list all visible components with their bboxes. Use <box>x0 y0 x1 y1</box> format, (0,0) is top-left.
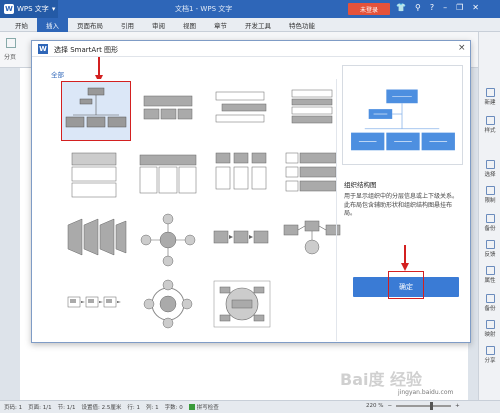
status-bar: 页码: 1 页面: 1/1 节: 1/1 设置值: 2.5厘米 行: 1 列: … <box>0 400 500 413</box>
properties-icon <box>485 266 495 275</box>
status-words: 字数: 0 <box>164 405 183 411</box>
status-pages: 页面: 1/1 <box>28 405 52 411</box>
tab-special[interactable]: 特色功能 <box>280 18 324 32</box>
close-icon[interactable]: × <box>458 43 466 53</box>
status-column: 列: 1 <box>145 405 159 411</box>
wps-logo-icon: W <box>38 44 48 54</box>
restore-icon[interactable]: ❐ <box>456 3 463 12</box>
preview-title: 组织结构图 <box>344 181 377 189</box>
watermark-url: jingyan.baidu.com <box>398 389 454 396</box>
backup-icon <box>485 214 495 223</box>
share-icon <box>485 346 495 355</box>
document-title: 文档1 - WPS 文字 <box>175 5 233 13</box>
app-name: WPS 文字 <box>17 5 49 13</box>
smartart-table-list[interactable] <box>134 147 202 205</box>
tab-home[interactable]: 开始 <box>6 18 37 32</box>
ribbon-label: 分页 <box>4 54 17 61</box>
map-icon <box>485 320 495 329</box>
dialog-title: 选择 SmartArt 图形 <box>54 46 119 54</box>
window-controls: 👕 ⚲ ? – ❐ ✕ <box>396 3 479 12</box>
smartart-gallery <box>38 79 341 341</box>
taskpane-item[interactable]: 选择 <box>479 154 500 178</box>
taskpane-item[interactable]: 限制 <box>479 180 500 204</box>
smartart-bullet-list[interactable] <box>62 147 130 205</box>
login-button[interactable]: 未登录 <box>348 3 390 15</box>
gallery-divider <box>336 79 337 341</box>
zoom-thumb[interactable] <box>430 402 434 410</box>
wps-logo-icon: W <box>4 4 14 14</box>
preview-description: 用于显示组织中的分层信息或上下级关系。此布局包含辅助形状和组织结构图悬挂布局。 <box>344 193 459 217</box>
page-break-icon[interactable] <box>6 38 16 48</box>
close-icon[interactable]: ✕ <box>472 3 479 12</box>
zoom-level: 220 % <box>366 403 384 409</box>
chevron-down-icon: ▾ <box>51 5 56 13</box>
menu-bar: 开始 插入 页面布局 引用 审阅 视图 章节 开发工具 特色功能 <box>0 17 500 32</box>
dialog-header: W 选择 SmartArt 图形 × <box>32 41 470 57</box>
tab-insert[interactable]: 插入 <box>37 17 68 32</box>
taskpane-item[interactable]: 反馈 <box>479 234 500 258</box>
zoom-out-icon[interactable]: − <box>387 403 392 409</box>
tab-review[interactable]: 审阅 <box>143 18 174 32</box>
taskpane-item[interactable]: 新建 <box>479 82 500 106</box>
smartart-chevron-process[interactable] <box>62 275 130 333</box>
smartart-preview <box>342 65 463 165</box>
restrict-icon <box>485 186 495 195</box>
tab-developer[interactable]: 开发工具 <box>236 18 280 32</box>
smartart-dialog: W 选择 SmartArt 图形 × 全部 组织结构图 用于显示组织中的分层信息… <box>31 40 471 343</box>
task-pane: 新建 样式 选择 限制 备份 反馈 属性 备份 映射 分享 <box>478 32 500 400</box>
smartart-radial-venn[interactable] <box>208 275 276 333</box>
shirt-icon[interactable]: 👕 <box>396 3 406 12</box>
status-row: 行: 1 <box>127 405 140 411</box>
smartart-radial-cycle[interactable] <box>134 211 202 269</box>
check-icon <box>188 404 195 410</box>
smartart-hierarchy[interactable] <box>134 82 202 140</box>
taskpane-item[interactable]: 属性 <box>479 260 500 284</box>
spell-check-toggle[interactable]: 拼写检查 <box>188 403 219 411</box>
tab-chapter[interactable]: 章节 <box>205 18 236 32</box>
backup-icon <box>485 294 495 303</box>
taskpane-item[interactable]: 备份 <box>479 208 500 232</box>
tab-view[interactable]: 视图 <box>174 18 205 32</box>
new-icon <box>485 88 495 97</box>
status-section: 节: 1/1 <box>57 405 76 411</box>
smartart-cycle[interactable] <box>134 275 202 333</box>
watermark: Bai度 经验 <box>340 370 423 389</box>
taskpane-item[interactable]: 样式 <box>479 110 500 134</box>
annotation-highlight <box>388 271 424 299</box>
minimize-icon[interactable]: – <box>443 3 447 12</box>
smartart-list[interactable] <box>208 82 276 140</box>
taskpane-item[interactable]: 映射 <box>479 314 500 338</box>
zoom-slider[interactable] <box>396 402 452 410</box>
tab-page-layout[interactable]: 页面布局 <box>68 18 112 32</box>
app-menu-button[interactable]: W WPS 文字 ▾ <box>0 0 58 18</box>
zoom-in-icon[interactable]: + <box>455 403 460 409</box>
pin-icon[interactable]: ⚲ <box>415 3 421 12</box>
smartart-basic-process[interactable] <box>208 211 276 269</box>
help-icon[interactable]: ? <box>430 3 434 12</box>
taskpane-item[interactable]: 备份 <box>479 288 500 312</box>
status-setting: 设置值: 2.5厘米 <box>81 405 122 411</box>
smartart-org-chart[interactable] <box>61 81 131 141</box>
select-icon <box>485 160 495 169</box>
taskpane-item[interactable]: 分享 <box>479 340 500 364</box>
zoom-control: 220 % − + <box>366 402 460 410</box>
smartart-trapezoid-list[interactable] <box>62 211 130 269</box>
annotation-arrow-icon <box>401 245 409 271</box>
style-icon <box>485 116 495 125</box>
feedback-icon <box>485 240 495 249</box>
title-bar: W WPS 文字 ▾ 文档1 - WPS 文字 未登录 👕 ⚲ ? – ❐ ✕ <box>0 0 500 18</box>
smartart-grid-list[interactable] <box>208 147 276 205</box>
status-page-number: 页码: 1 <box>4 405 23 411</box>
tab-references[interactable]: 引用 <box>112 18 143 32</box>
